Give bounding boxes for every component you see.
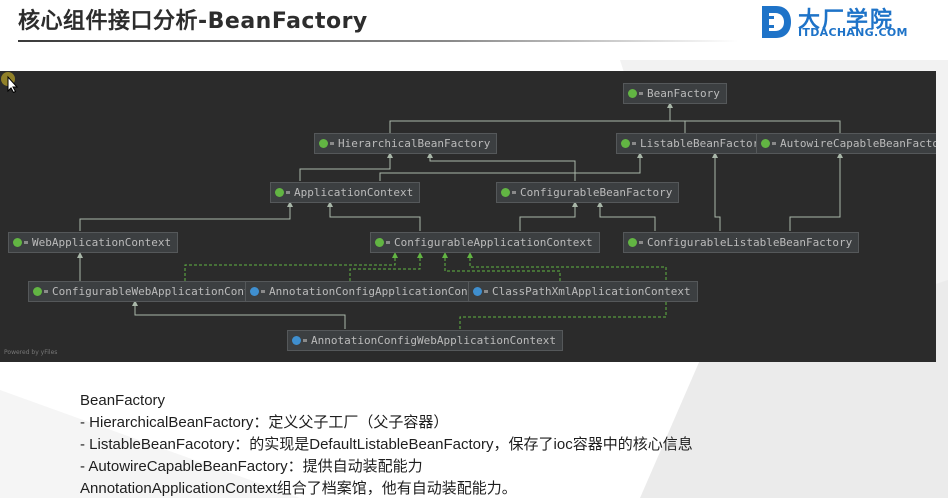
interface-icon (628, 238, 643, 247)
node-annotation-config-application-context[interactable]: AnnotationConfigApplicationContext (245, 281, 502, 302)
note-line: AnnotationApplicationContext组合了档案馆，他有自动装… (80, 480, 517, 497)
node-web-application-context[interactable]: WebApplicationContext (8, 232, 179, 253)
node-annotation-config-web-application-context[interactable]: AnnotationConfigWebApplicationContext (287, 330, 564, 351)
edge-configappctx-to-appctx (327, 201, 421, 231)
node-listable-bean-factory[interactable]: ListableBeanFactory (616, 133, 773, 154)
edge-configappctx-to-configbf (519, 201, 578, 231)
interface-icon (13, 238, 28, 247)
edge-annotation-to-configappctx (349, 252, 423, 281)
edge-configlistable-to-configbf (597, 201, 656, 231)
logo: 大厂学院 ITDACHANG.COM (760, 4, 930, 42)
interface-icon (621, 139, 636, 148)
interface-icon (33, 287, 48, 296)
powered-by-label: Powered by yFiles (4, 349, 58, 356)
edge-classpathxml-to-configappctx (442, 252, 561, 281)
edge-autowire-to-beanfactory (670, 120, 841, 133)
node-configurable-application-context[interactable]: ConfigurableApplicationContext (370, 232, 600, 253)
node-configurable-listable-bean-factory[interactable]: ConfigurableListableBeanFactory (623, 232, 860, 253)
edge-configlistable-to-autowire (789, 152, 843, 231)
interface-icon (761, 139, 776, 148)
note-line: BeanFactory (80, 392, 166, 409)
note-line: - ListableBeanFacotory：的实现是DefaultListab… (80, 436, 693, 453)
interface-icon (501, 188, 516, 197)
node-class-path-xml-application-context[interactable]: ClassPathXmlApplicationContext (468, 281, 698, 302)
node-hierarchical-bean-factory[interactable]: HierarchicalBeanFactory (314, 133, 498, 154)
edge-webappctx-to-appctx (79, 201, 293, 231)
notes-text: BeanFactory - HierarchicalBeanFactory：定义… (80, 390, 693, 500)
edge-configwebappctx-to-configappctx (184, 252, 398, 281)
node-autowire-capable-bean-factory[interactable]: AutowireCapableBeanFactory (756, 133, 936, 154)
node-bean-factory[interactable]: BeanFactory (623, 83, 727, 104)
class-icon (292, 336, 307, 345)
class-hierarchy-diagram: BeanFactory HierarchicalBeanFactory List… (0, 71, 936, 362)
class-icon (473, 287, 488, 296)
title-underline (18, 40, 738, 42)
class-icon (250, 287, 265, 296)
interface-icon (319, 139, 334, 148)
node-configurable-web-application-context[interactable]: ConfigurableWebApplicationContext (28, 281, 278, 302)
page-title: 核心组件接口分析-BeanFactory (18, 9, 368, 34)
logo-english-text: ITDACHANG.COM (798, 26, 908, 39)
node-application-context[interactable]: ApplicationContext (270, 182, 421, 203)
interface-icon (628, 89, 643, 98)
edge-listable-to-beanfactory (670, 120, 686, 133)
edge-appctx-to-listable (379, 152, 643, 181)
edge-configlistable-to-listable (712, 152, 721, 231)
note-line: - HierarchicalBeanFactory：定义父子工厂（父子容器） (80, 414, 449, 431)
edge-hierarchical-to-beanfactory (389, 102, 673, 133)
edge-configbf-to-hierarchical (427, 152, 576, 181)
edge-appctx-to-hierarchical (299, 152, 393, 181)
node-configurable-bean-factory[interactable]: ConfigurableBeanFactory (496, 182, 680, 203)
mouse-cursor-icon (1, 72, 19, 93)
interface-icon (375, 238, 390, 247)
note-line: - AutowireCapableBeanFactory：提供自动装配能力 (80, 458, 423, 475)
edge-annotwebappctx-to-configwebappctx (132, 300, 346, 329)
interface-icon (275, 188, 290, 197)
logo-d-icon (762, 6, 791, 38)
diagram-edges (77, 102, 843, 329)
